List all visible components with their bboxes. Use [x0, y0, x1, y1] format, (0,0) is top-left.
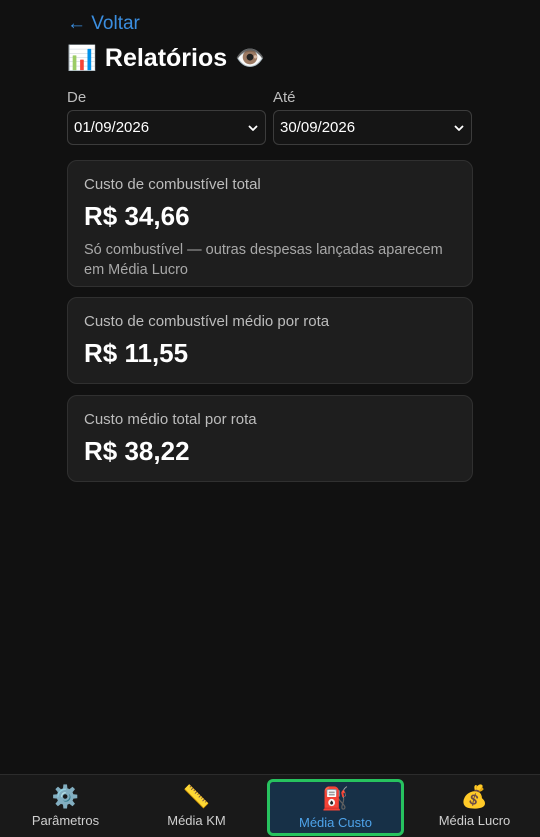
nav-item-label: Parâmetros: [31, 813, 100, 828]
gear-icon: ⚙️: [51, 784, 80, 809]
bar-chart-icon: 📊: [67, 45, 97, 72]
to-date-value: 30/09/2026: [280, 119, 356, 136]
fuel-pump-icon: ⛽: [321, 785, 350, 811]
total-cost-avg-card: Custo médio total por rota R$ 38,22: [67, 395, 473, 482]
bottom-nav: ⚙️ Parâmetros 📏 Média KM ⛽ Média Custo 💰…: [0, 774, 540, 837]
card-label: Custo de combustível total: [84, 176, 261, 193]
back-link[interactable]: ← Voltar: [67, 13, 140, 35]
to-date-label: Até: [273, 89, 296, 106]
from-date-value: 01/09/2026: [74, 119, 150, 136]
card-note: Só combustível — outras despesas lançada…: [84, 242, 443, 278]
nav-item-media-km[interactable]: 📏 Média KM: [131, 775, 262, 837]
fuel-cost-avg-card: Custo de combustível médio por rota R$ 1…: [67, 297, 473, 384]
nav-item-media-lucro[interactable]: 💰 Média Lucro: [409, 775, 540, 837]
card-label: Custo médio total por rota: [84, 411, 257, 428]
ruler-icon: 📏: [182, 784, 211, 809]
nav-item-parametros[interactable]: ⚙️ Parâmetros: [0, 775, 131, 837]
nav-item-label: Média Custo: [299, 814, 372, 830]
money-bag-icon: 💰: [460, 784, 489, 809]
nav-item-label: Média Lucro: [438, 813, 511, 828]
chevron-down-icon: [248, 125, 258, 131]
eye-icon[interactable]: 👁️: [235, 44, 265, 73]
card-amount: R$ 34,66: [84, 201, 190, 231]
card-amount: R$ 38,22: [84, 436, 190, 466]
from-date-select[interactable]: 01/09/2026: [67, 110, 266, 145]
fuel-cost-total-card: Custo de combustível total R$ 34,66 Só c…: [67, 160, 473, 287]
card-amount: R$ 11,55: [84, 338, 189, 368]
card-label: Custo de combustível médio por rota: [84, 313, 330, 330]
to-date-select[interactable]: 30/09/2026: [273, 110, 472, 145]
from-date-label: De: [67, 89, 87, 106]
chevron-down-icon: [454, 125, 464, 131]
page-title: 📊 Relatórios 👁️: [67, 44, 265, 73]
page-title-text: Relatórios: [104, 44, 228, 72]
nav-item-media-custo[interactable]: ⛽ Média Custo: [267, 779, 404, 836]
nav-item-label: Média KM: [167, 813, 226, 828]
